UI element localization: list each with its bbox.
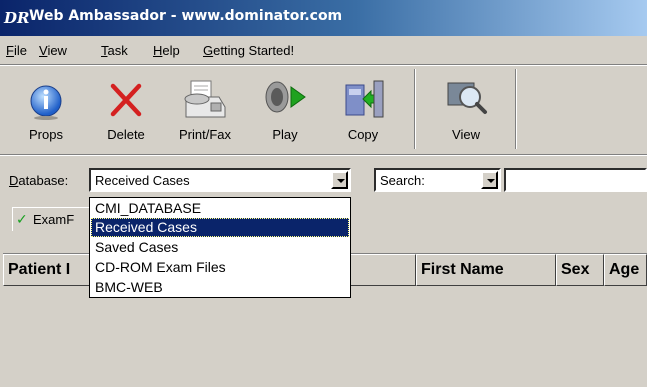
props-label: Props xyxy=(29,127,63,142)
toolbar: Props Delete Print/Fax Play Copy View xyxy=(0,67,647,153)
play-label: Play xyxy=(272,127,298,142)
delete-button[interactable]: Delete xyxy=(96,67,156,151)
column-header-patient-id-label: Patient I xyxy=(8,261,71,278)
menu-help-label: elp xyxy=(162,43,180,58)
print-fax-label: Print/Fax xyxy=(178,127,231,142)
database-label: Database: xyxy=(9,173,68,188)
toolbar-divider xyxy=(414,69,416,149)
dropdown-option-saved-cases[interactable]: Saved Cases xyxy=(91,238,349,257)
app-logo-icon: DR xyxy=(4,9,30,27)
play-button[interactable]: Play xyxy=(254,67,316,151)
menu-getting-started-accel: G xyxy=(203,43,214,58)
toolbar-separator xyxy=(0,154,647,156)
menu-separator xyxy=(0,64,647,66)
copy-label: Copy xyxy=(347,127,379,142)
database-label-accel: D xyxy=(9,173,19,188)
info-icon xyxy=(30,85,62,120)
column-header-sex[interactable]: Sex xyxy=(556,254,604,286)
title-bar[interactable]: DR Web Ambassador - www.dominator.com xyxy=(0,0,647,36)
delete-label: Delete xyxy=(107,127,145,142)
dropdown-option-cd-rom-exam-files[interactable]: CD-ROM Exam Files xyxy=(91,258,349,277)
menu-getting-started[interactable]: Getting Started! xyxy=(203,43,294,58)
column-header-first-name[interactable]: First Name xyxy=(416,254,556,286)
props-button[interactable]: Props xyxy=(16,67,76,151)
search-field-value: Search: xyxy=(380,173,425,188)
dropdown-option-received-cases[interactable]: Received Cases xyxy=(91,218,349,237)
search-field-combo[interactable]: Search: xyxy=(374,168,501,192)
menu-help-accel: H xyxy=(153,43,163,58)
menu-file-label: ile xyxy=(13,43,27,58)
column-header-age-label: Age xyxy=(609,261,640,278)
menu-view[interactable]: View xyxy=(39,43,67,58)
tab-exam-files-label: ExamF xyxy=(33,212,75,227)
view-label: View xyxy=(452,127,480,142)
database-label-text: atabase: xyxy=(18,173,69,188)
column-header-first-name-label: First Name xyxy=(421,261,504,278)
chevron-down-icon[interactable] xyxy=(331,171,348,189)
speaker-play-icon xyxy=(265,81,306,113)
tab-exam-files[interactable]: ✓ ExamF xyxy=(12,207,90,231)
database-combo[interactable]: Received Cases xyxy=(89,168,351,192)
copy-to-disk-icon xyxy=(345,80,384,118)
menu-bar: File View Task Help Getting Started! xyxy=(0,40,647,62)
menu-file[interactable]: File xyxy=(6,43,27,58)
window-title: Web Ambassador - www.dominator.com xyxy=(29,8,343,24)
fax-machine-icon xyxy=(184,80,226,118)
column-header-age[interactable]: Age xyxy=(604,254,647,286)
toolbar-divider xyxy=(515,69,517,149)
view-button[interactable]: View xyxy=(432,67,500,151)
menu-view-label: iew xyxy=(47,43,67,58)
database-combo-value: Received Cases xyxy=(95,173,190,188)
red-x-icon xyxy=(110,83,142,117)
menu-task-label: ask xyxy=(107,43,128,58)
chevron-down-icon[interactable] xyxy=(481,171,498,189)
column-header-sex-label: Sex xyxy=(561,261,590,278)
print-fax-button[interactable]: Print/Fax xyxy=(170,67,240,151)
dropdown-option-cmi-database[interactable]: CMI_DATABASE xyxy=(91,199,349,218)
database-dropdown-list: CMI_DATABASE Received Cases Saved Cases … xyxy=(89,197,351,298)
menu-task[interactable]: Task xyxy=(101,43,128,58)
magnifier-icon xyxy=(447,82,487,114)
menu-help[interactable]: Help xyxy=(153,43,180,58)
menu-file-accel: F xyxy=(6,43,14,58)
menu-getting-started-label: etting Started! xyxy=(213,43,295,58)
copy-button[interactable]: Copy xyxy=(326,67,400,151)
column-header-patient-id[interactable]: Patient I xyxy=(3,254,93,286)
dropdown-option-bmc-web[interactable]: BMC-WEB xyxy=(91,278,349,297)
search-input[interactable] xyxy=(504,168,647,192)
check-icon: ✓ xyxy=(16,211,28,227)
